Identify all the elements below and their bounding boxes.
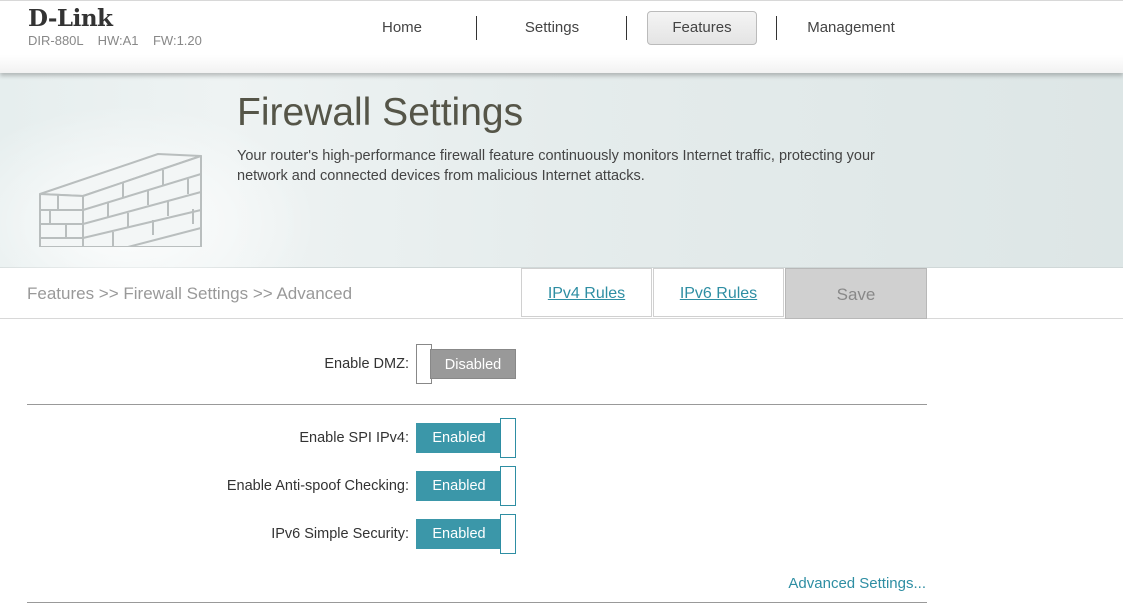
device-model-info: DIR-880L HW:A1 FW:1.20: [28, 33, 202, 48]
nav-management[interactable]: Management: [776, 11, 926, 45]
dmz-toggle[interactable]: Disabled: [416, 344, 516, 384]
toggle-state: Disabled: [430, 349, 516, 379]
spi-ipv4-toggle[interactable]: Enabled: [416, 418, 516, 458]
brick-wall-icon: [39, 153, 202, 247]
bottom-divider: [27, 602, 927, 603]
breadcrumb: Features >> Firewall Settings >> Advance…: [27, 284, 353, 303]
nav-home[interactable]: Home: [327, 11, 477, 45]
page-title: Firewall Settings: [237, 91, 524, 134]
dmz-row: Enable DMZ: Disabled: [0, 344, 1123, 384]
spi-ipv4-label: Enable SPI IPv4:: [299, 430, 409, 446]
nav-settings[interactable]: Settings: [477, 11, 627, 45]
ipv6-security-toggle[interactable]: Enabled: [416, 514, 516, 554]
toggle-knob: [500, 466, 516, 506]
page-banner: Firewall Settings Your router's high-per…: [0, 73, 1123, 303]
toggle-state: Enabled: [416, 519, 502, 549]
dlink-logo: D-Link: [28, 5, 113, 32]
anti-spoof-toggle[interactable]: Enabled: [416, 466, 516, 506]
nav-features[interactable]: Features: [647, 11, 757, 45]
ipv6-security-label: IPv6 Simple Security:: [271, 526, 409, 542]
save-button[interactable]: Save: [785, 268, 927, 319]
advanced-settings-link[interactable]: Advanced Settings...: [788, 575, 926, 592]
page-description: Your router's high-performance firewall …: [237, 148, 875, 184]
ipv6-security-row: IPv6 Simple Security: Enabled: [0, 514, 1123, 554]
dmz-label: Enable DMZ:: [324, 356, 409, 372]
nav-separator: [626, 16, 627, 40]
spi-ipv4-row: Enable SPI IPv4: Enabled: [0, 418, 1123, 458]
section-divider: [27, 404, 927, 405]
anti-spoof-row: Enable Anti-spoof Checking: Enabled: [0, 466, 1123, 506]
top-header: D-Link DIR-880L HW:A1 FW:1.20 Home Setti…: [0, 0, 1123, 73]
anti-spoof-label: Enable Anti-spoof Checking:: [226, 478, 409, 494]
toggle-state: Enabled: [416, 423, 502, 453]
breadcrumb-bar: Features >> Firewall Settings >> Advance…: [0, 268, 1123, 319]
ipv4-rules-link[interactable]: IPv4 Rules: [521, 268, 652, 317]
ipv6-rules-link[interactable]: IPv6 Rules: [653, 268, 784, 317]
toggle-knob: [500, 418, 516, 458]
toggle-knob: [500, 514, 516, 554]
toggle-state: Enabled: [416, 471, 502, 501]
